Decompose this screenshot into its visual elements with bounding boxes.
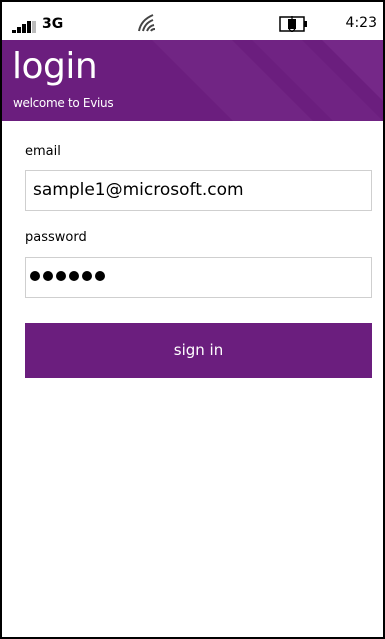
email-field[interactable]: sample1@microsoft.com bbox=[25, 170, 372, 211]
sign-in-button[interactable]: sign in bbox=[25, 323, 372, 378]
password-dot bbox=[56, 271, 66, 281]
email-value: sample1@microsoft.com bbox=[33, 180, 244, 200]
email-label: email bbox=[25, 144, 61, 159]
battery-charging-icon bbox=[279, 16, 307, 32]
page-header: login welcome to Evius bbox=[2, 40, 383, 121]
password-dot bbox=[30, 271, 40, 281]
clock: 4:23 bbox=[345, 15, 377, 31]
password-dot bbox=[69, 271, 79, 281]
password-dot bbox=[43, 271, 53, 281]
password-mask bbox=[30, 271, 105, 285]
password-dot bbox=[82, 271, 92, 281]
status-bar: 3G 4:23 bbox=[2, 2, 383, 40]
page-subtitle: welcome to Evius bbox=[13, 96, 114, 110]
signal-strength-icon bbox=[12, 21, 36, 33]
password-dot bbox=[95, 271, 105, 281]
password-field[interactable] bbox=[25, 257, 372, 298]
sign-in-label: sign in bbox=[173, 341, 224, 359]
password-label: password bbox=[25, 230, 87, 245]
phone-screen: 3G 4:23 login welcome to Evius email sam… bbox=[0, 0, 385, 639]
network-type: 3G bbox=[42, 16, 64, 32]
wifi-icon bbox=[138, 14, 156, 32]
page-title: login bbox=[12, 46, 98, 87]
